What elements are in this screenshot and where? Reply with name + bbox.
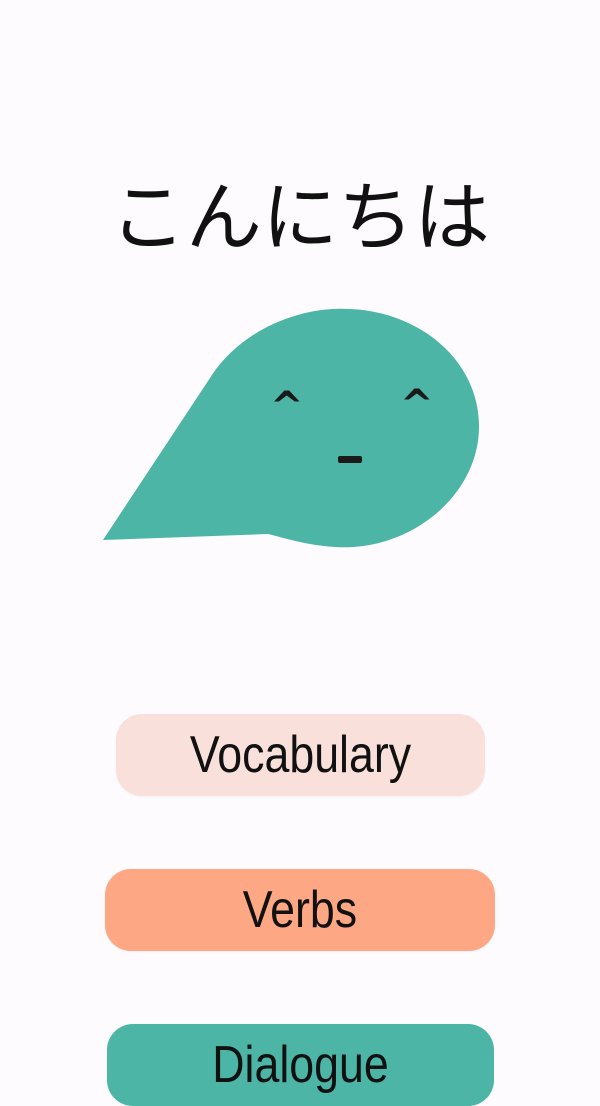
mascot-mouth [338, 456, 362, 463]
verbs-button-label: Verbs [242, 881, 358, 939]
vocabulary-button-label: Vocabulary [189, 726, 412, 784]
mascot-left-eye: ^ [270, 384, 304, 430]
dialogue-button[interactable]: Dialogue [107, 1024, 494, 1106]
vocabulary-button[interactable]: Vocabulary [116, 714, 485, 796]
dialogue-button-label: Dialogue [212, 1036, 389, 1094]
mascot-right-eye: ^ [400, 382, 434, 428]
page-title: こんにちは [110, 173, 490, 262]
verbs-button[interactable]: Verbs [105, 869, 495, 951]
